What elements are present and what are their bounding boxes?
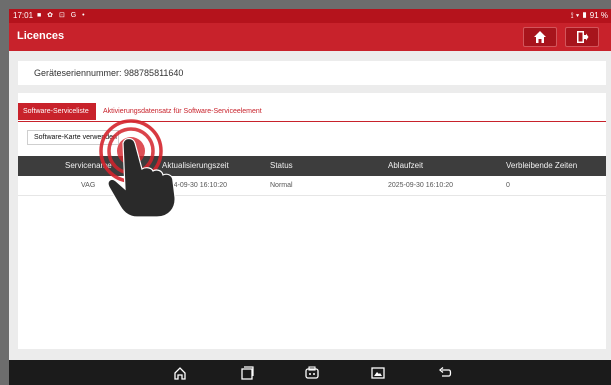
expiry-time-cell: 2025-09-30 16:10:20 — [388, 182, 453, 189]
status-bar: 17:01 ■ ✿ ⊡ G • ⟟ ▾ ▮ 91 % — [9, 9, 611, 23]
column-header: Status — [270, 161, 293, 170]
column-header: Verbleibende Zeiten — [506, 161, 578, 170]
battery-label: 91 % — [589, 11, 608, 20]
status-time: 17:01 — [13, 11, 34, 20]
navigation-bar — [9, 360, 611, 385]
home-icon[interactable] — [172, 365, 188, 381]
status-cell: Normal — [270, 182, 293, 189]
back-icon[interactable] — [437, 365, 453, 381]
column-header: Ablaufzeit — [388, 161, 424, 170]
screen: 17:01 ■ ✿ ⊡ G • ⟟ ▾ ▮ 91 % Licences Gerä… — [9, 9, 611, 385]
app-header: Licences — [9, 23, 611, 51]
screenshot-icon[interactable] — [370, 365, 386, 381]
exit-icon — [577, 31, 589, 43]
vci-icon[interactable] — [304, 365, 320, 381]
recent-apps-icon[interactable] — [239, 365, 255, 381]
serial-number: Geräteseriennummer: 988785811640 — [34, 68, 184, 78]
tap-gesture-icon — [99, 119, 176, 218]
remaining-count-cell: 0 — [506, 182, 510, 189]
device-frame: 17:01 ■ ✿ ⊡ G • ⟟ ▾ ▮ 91 % Licences Gerä… — [0, 0, 611, 385]
home-button[interactable] — [523, 27, 557, 47]
notification-icons: ■ ✿ ⊡ G • — [37, 12, 87, 19]
home-icon — [534, 31, 546, 43]
serial-card: Geräteseriennummer: 988785811640 — [18, 61, 606, 85]
page-title: Licences — [17, 30, 65, 42]
status-right: ⟟ ▾ ▮ 91 % — [571, 9, 608, 23]
exit-button[interactable] — [565, 27, 599, 47]
wifi-icon: ⟟ ▾ ▮ — [570, 11, 588, 20]
